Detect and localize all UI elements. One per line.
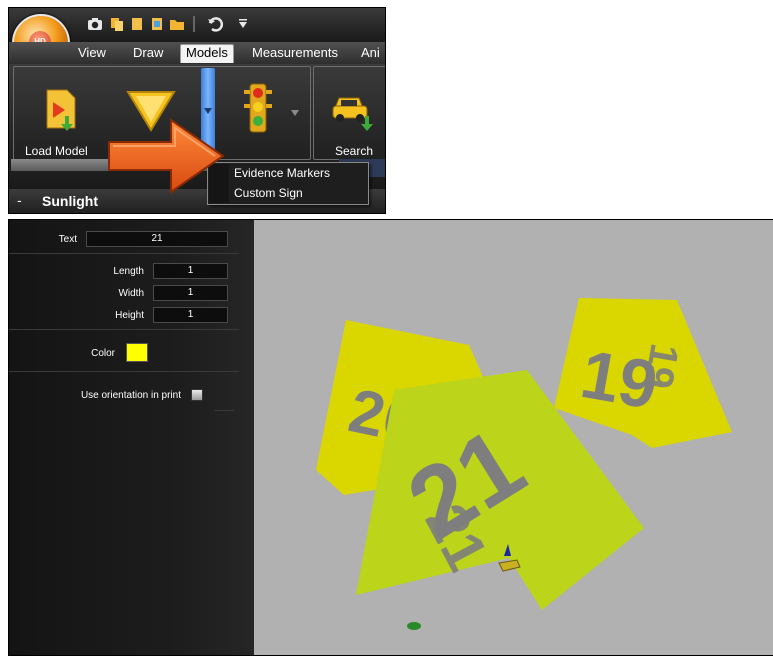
color-label: Color [91, 348, 115, 359]
tab-models[interactable]: Models [180, 44, 234, 63]
properties-panel: Text 21 Length 1 Width 1 Height 1 Color … [9, 220, 254, 655]
evidence-marker-19[interactable]: 19 19 [554, 298, 732, 448]
orientation-label: Use orientation in print [80, 390, 181, 401]
scene-canvas: 20 20 19 19 21 21 [316, 298, 732, 630]
traffic-light-icon [244, 83, 272, 133]
length-input[interactable]: 1 [153, 263, 228, 279]
undo-icon[interactable] [207, 16, 223, 32]
divider [9, 371, 239, 372]
search-button[interactable]: Search [335, 144, 373, 158]
orange-arrow-annotation [108, 118, 225, 194]
divider [9, 329, 239, 330]
tab-draw[interactable]: Draw [133, 45, 163, 61]
toolbar-separator [193, 16, 195, 32]
tab-animation[interactable]: Ani [361, 45, 380, 61]
new-document-icon[interactable] [129, 16, 145, 32]
width-label: Width [118, 288, 144, 299]
load-model-icon [46, 89, 76, 131]
ribbon-screenshot: HD View Draw Models Measurements Ani [8, 7, 386, 214]
marker-dropdown-menu: Evidence Markers Custom Sign [207, 162, 369, 205]
load-model-button[interactable]: Load Model [25, 144, 88, 158]
chevron-down-icon [204, 108, 212, 114]
length-label: Length [113, 266, 144, 277]
open-folder-icon[interactable] [169, 16, 185, 32]
3d-viewport[interactable]: 20 20 19 19 21 21 [254, 220, 773, 655]
copy-icon[interactable] [109, 16, 125, 32]
marker-19-side-number: 19 [635, 340, 686, 391]
height-label: Height [115, 310, 144, 321]
menu-item-custom-sign[interactable]: Custom Sign [234, 186, 303, 200]
customize-toolbar-icon[interactable] [237, 18, 249, 30]
scene-editor: Text 21 Length 1 Width 1 Height 1 Color … [8, 219, 773, 656]
panel-title: Sunlight [42, 193, 98, 209]
collapse-icon[interactable]: - [17, 192, 22, 208]
camera-icon[interactable] [87, 16, 103, 32]
divider [214, 410, 234, 411]
text-input[interactable]: 21 [86, 231, 228, 247]
menu-item-evidence-markers[interactable]: Evidence Markers [234, 166, 330, 180]
search-car-icon [332, 97, 373, 131]
height-input[interactable]: 1 [153, 307, 228, 323]
divider [9, 253, 239, 254]
traffic-dropdown-chevron-icon[interactable] [291, 110, 299, 116]
small-green-object[interactable] [407, 622, 421, 630]
print-icon[interactable] [149, 16, 165, 32]
color-swatch[interactable] [126, 343, 148, 362]
tab-measurements[interactable]: Measurements [252, 45, 338, 61]
orientation-checkbox[interactable] [191, 389, 203, 401]
ribbon-tabs: View Draw Models Measurements Ani [9, 42, 385, 64]
tab-view[interactable]: View [78, 45, 106, 61]
text-label: Text [58, 234, 77, 245]
width-input[interactable]: 1 [153, 285, 228, 301]
